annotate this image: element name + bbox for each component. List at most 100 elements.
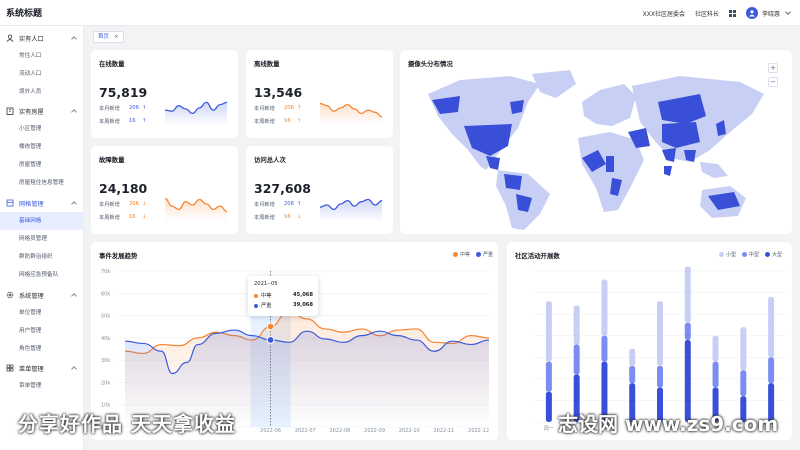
stat-month-value: 206 [284, 105, 294, 111]
data-point[interactable] [266, 322, 275, 331]
bar-segment[interactable] [629, 348, 636, 366]
user-icon [748, 10, 755, 17]
stat-value: 75,819 [99, 85, 148, 100]
stat-week-value: 16 [129, 214, 136, 220]
stat-week-label: 本周新增 [99, 119, 120, 125]
sidebar-group-population[interactable]: 实有人口 [0, 29, 84, 47]
stat-week-label: 本周新增 [254, 215, 275, 221]
stat-card[interactable]: 在线数量 75,819 本月新增 206 ↑ 本周新增 16 ↑ [91, 50, 238, 138]
sidebar-item-patrol[interactable]: 群防群治组织 [0, 248, 84, 266]
building-icon [6, 107, 14, 115]
map-region-greenland[interactable] [532, 70, 576, 98]
close-icon[interactable]: × [114, 34, 119, 40]
bar-segment[interactable] [657, 365, 663, 388]
stat-week-label: 本周新增 [254, 119, 275, 125]
bar-segment[interactable] [740, 327, 747, 371]
sidebar-item-basic-grid[interactable]: 基础网格 [0, 212, 84, 230]
sidebar-group-housing[interactable]: 实有房屋 [0, 102, 84, 120]
sidebar-item-floating[interactable]: 流动人口 [0, 65, 84, 83]
bar-segment[interactable] [573, 344, 580, 375]
trend-arrow-icon: ↓ [142, 214, 147, 220]
map-region-central-africa[interactable] [606, 156, 614, 172]
stat-month-value: 206 [129, 105, 139, 111]
bar-segment[interactable] [629, 365, 636, 384]
sidebar-item-foreign[interactable]: 境外人员 [0, 83, 84, 101]
sidebar-item-rental[interactable]: 房屋租住信息管理 [0, 174, 84, 192]
map-region-europe[interactable] [582, 84, 636, 126]
world-map[interactable] [400, 50, 792, 234]
bar-segment[interactable] [545, 301, 552, 362]
x-tick-label: 2022-06 [260, 428, 281, 434]
map-region-canada-east[interactable] [510, 100, 524, 114]
sidebar-item-building[interactable]: 楼栋管理 [0, 138, 84, 156]
bar-segment[interactable] [573, 305, 580, 345]
stat-month-label: 本月新增 [254, 106, 275, 112]
stat-month-value: 206 [129, 201, 139, 207]
watermark-right: 志设网 www.zs9.com [558, 412, 779, 436]
stat-title: 在线数量 [99, 60, 125, 68]
bar-segment[interactable] [657, 301, 663, 366]
sidebar-item-menu[interactable]: 菜单管理 [0, 377, 84, 395]
bar-segment[interactable] [712, 335, 719, 362]
sparkline-chart [164, 197, 228, 221]
y-tick-label: 20k [101, 380, 110, 386]
tooltip-row: 严重 [254, 302, 271, 309]
sidebar-group-system[interactable]: 系统管理 [0, 286, 84, 304]
community-label[interactable]: XXX社区居委会 [643, 9, 685, 18]
apps-grid-icon[interactable] [728, 9, 736, 17]
stat-month-value: 206 [284, 201, 294, 207]
chevron-up-icon [71, 293, 77, 299]
map-region-indonesia[interactable] [664, 166, 672, 176]
user-name[interactable]: 李晓惠 [762, 9, 780, 18]
menu-grid-icon [6, 364, 14, 372]
sparkline-chart [319, 102, 383, 125]
bar-segment[interactable] [545, 391, 552, 422]
bar-segment[interactable] [601, 335, 608, 362]
sidebar-item-role[interactable]: 角色管理 [0, 340, 84, 358]
role-label[interactable]: 社区科长 [695, 9, 719, 18]
x-tick-label: 周一 [544, 426, 554, 432]
sidebar-item-unit[interactable]: 单位管理 [0, 304, 84, 322]
stat-month-label: 本月新增 [254, 202, 275, 208]
stat-week-row: 本周新增 16 ↑ [99, 118, 146, 125]
stat-week-label: 本周新增 [99, 215, 120, 221]
sidebar-group-label: 菜单管理 [19, 365, 44, 373]
stat-card[interactable]: 访问总人次 327,608 本月新增 206 ↑ 本周新增 16 ↓ [246, 146, 393, 234]
map-region-southeast-asia[interactable] [700, 162, 728, 178]
bar-segment[interactable] [768, 296, 775, 358]
bar-segment[interactable] [684, 266, 691, 323]
stat-week-value: 16 [284, 214, 291, 220]
map-region-brazil-west[interactable] [504, 174, 522, 190]
map-region-india[interactable] [662, 148, 676, 162]
stat-card[interactable]: 离线数量 13,546 本月新增 206 ↑ 本周新增 16 ↑ [246, 50, 393, 138]
bar-segment[interactable] [740, 370, 747, 397]
sidebar-group-label: 网格管理 [19, 200, 44, 208]
x-tick-label: 2022-09 [364, 428, 385, 434]
sidebar-item-emergency[interactable]: 网格应急预备队 [0, 266, 84, 284]
avatar[interactable] [745, 7, 758, 19]
sidebar-group-grid[interactable]: 网格管理 [0, 194, 84, 212]
bar-segment[interactable] [684, 322, 691, 341]
stat-card[interactable]: 故障数量 24,180 本月新增 206 ↓ 本周新增 16 ↓ [91, 146, 238, 234]
bar-segment[interactable] [712, 361, 719, 388]
sidebar-item-community[interactable]: 小区管理 [0, 120, 84, 138]
chevron-down-icon[interactable] [785, 9, 791, 15]
stat-title: 离线数量 [254, 60, 280, 68]
sidebar-item-user[interactable]: 用户管理 [0, 322, 84, 340]
tab-home[interactable]: 首页 × [93, 31, 124, 43]
sidebar-item-resident[interactable]: 常住人口 [0, 47, 84, 65]
watermark-left: 分享好作品 天天拿收益 [18, 412, 236, 436]
stat-value: 13,546 [254, 85, 303, 100]
sidebar-item-house[interactable]: 房屋管理 [0, 156, 84, 174]
y-tick-label: 40k [101, 336, 110, 342]
sidebar: 实有人口 常住人口 流动人口 境外人员 实有房屋 小区管理 楼栋管理 房屋管理 … [0, 26, 84, 450]
trend-arrow-icon: ↑ [297, 118, 302, 124]
bar-segment[interactable] [768, 357, 775, 384]
y-tick-label: 30k [101, 358, 110, 364]
data-point[interactable] [266, 336, 275, 344]
sidebar-item-grid-staff[interactable]: 网格员管理 [0, 230, 84, 248]
sidebar-group-menu[interactable]: 菜单管理 [0, 359, 84, 377]
bar-segment[interactable] [545, 361, 552, 392]
bar-segment[interactable] [601, 279, 608, 336]
map-region-north-america[interactable] [428, 76, 540, 170]
